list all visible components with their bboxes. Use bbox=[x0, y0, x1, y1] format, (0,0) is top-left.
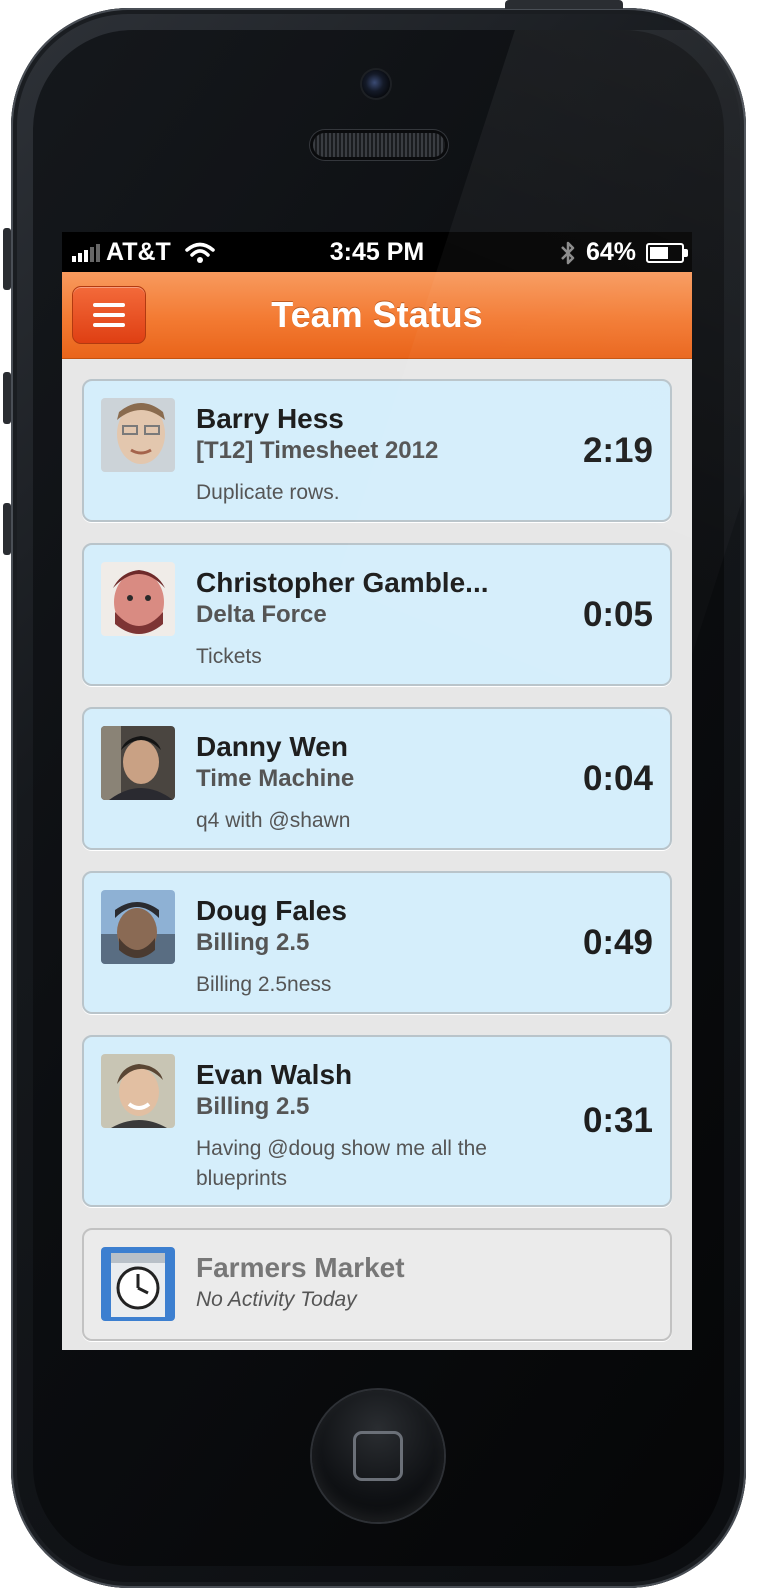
project-name: Billing 2.5 bbox=[196, 929, 310, 956]
task-note: Duplicate rows. bbox=[196, 481, 340, 504]
team-member-card[interactable]: Christopher Gamble... Delta Force Ticket… bbox=[82, 543, 672, 686]
project-name: Delta Force bbox=[196, 601, 327, 628]
member-name: Evan Walsh bbox=[196, 1059, 353, 1090]
task-note: q4 with @shawn bbox=[196, 809, 351, 832]
project-name: [T12] Timesheet 2012 bbox=[196, 437, 439, 464]
avatar bbox=[101, 1054, 175, 1128]
avatar bbox=[101, 398, 175, 472]
team-status-list: Barry Hess [T12] Timesheet 2012 Duplicat… bbox=[62, 359, 692, 1341]
battery-icon bbox=[646, 242, 688, 263]
avatar bbox=[101, 726, 175, 800]
earpiece-speaker bbox=[313, 133, 445, 157]
elapsed-time: 0:31 bbox=[582, 1101, 653, 1140]
volume-down-button[interactable] bbox=[3, 503, 11, 555]
member-name: Doug Fales bbox=[196, 895, 347, 926]
elapsed-time: 0:04 bbox=[582, 758, 653, 798]
member-name: Danny Wen bbox=[196, 731, 348, 762]
task-note: Having @doug show me all the blueprints bbox=[196, 1137, 487, 1190]
home-button[interactable] bbox=[312, 1390, 444, 1522]
avatar bbox=[101, 890, 175, 964]
team-member-card[interactable]: Doug Fales Billing 2.5 Billing 2.5ness 0… bbox=[82, 871, 672, 1014]
team-member-card[interactable]: Evan Walsh Billing 2.5 Having @doug show… bbox=[82, 1035, 672, 1207]
member-name: Barry Hess bbox=[196, 403, 344, 434]
task-note: Tickets bbox=[196, 645, 262, 668]
status-right-group: 64% bbox=[560, 238, 688, 267]
project-name: Billing 2.5 bbox=[196, 1093, 310, 1120]
mute-switch[interactable] bbox=[3, 228, 11, 290]
volume-up-button[interactable] bbox=[3, 372, 11, 424]
avatar bbox=[101, 562, 175, 636]
sleep-button[interactable] bbox=[505, 0, 623, 9]
app-screen: AT&T 3:45 PM 64% Team Status Barry Hess … bbox=[62, 232, 692, 1350]
activity-status: No Activity Today bbox=[196, 1288, 357, 1311]
battery-level bbox=[650, 246, 668, 259]
project-name: Time Machine bbox=[196, 765, 355, 792]
team-member-card[interactable]: Danny Wen Time Machine q4 with @shawn 0:… bbox=[82, 707, 672, 850]
battery-percent: 64% bbox=[585, 238, 636, 266]
clock-tower-icon bbox=[101, 1247, 175, 1321]
elapsed-time: 2:19 bbox=[582, 430, 653, 470]
task-note: Billing 2.5ness bbox=[196, 973, 332, 996]
member-name: Christopher Gamble... bbox=[196, 567, 489, 598]
status-bar: AT&T 3:45 PM 64% bbox=[62, 232, 692, 272]
navigation-bar: Team Status bbox=[62, 272, 692, 359]
front-camera bbox=[362, 70, 390, 98]
elapsed-time: 0:49 bbox=[582, 922, 653, 962]
page-title: Team Status bbox=[271, 294, 483, 335]
elapsed-time: 0:05 bbox=[582, 594, 653, 634]
team-member-card[interactable]: Barry Hess [T12] Timesheet 2012 Duplicat… bbox=[82, 379, 672, 522]
inactive-project-card[interactable]: Farmers Market No Activity Today bbox=[82, 1228, 672, 1341]
project-name: Farmers Market bbox=[196, 1252, 405, 1283]
bluetooth-icon bbox=[561, 241, 575, 264]
home-square-icon bbox=[353, 1431, 403, 1481]
